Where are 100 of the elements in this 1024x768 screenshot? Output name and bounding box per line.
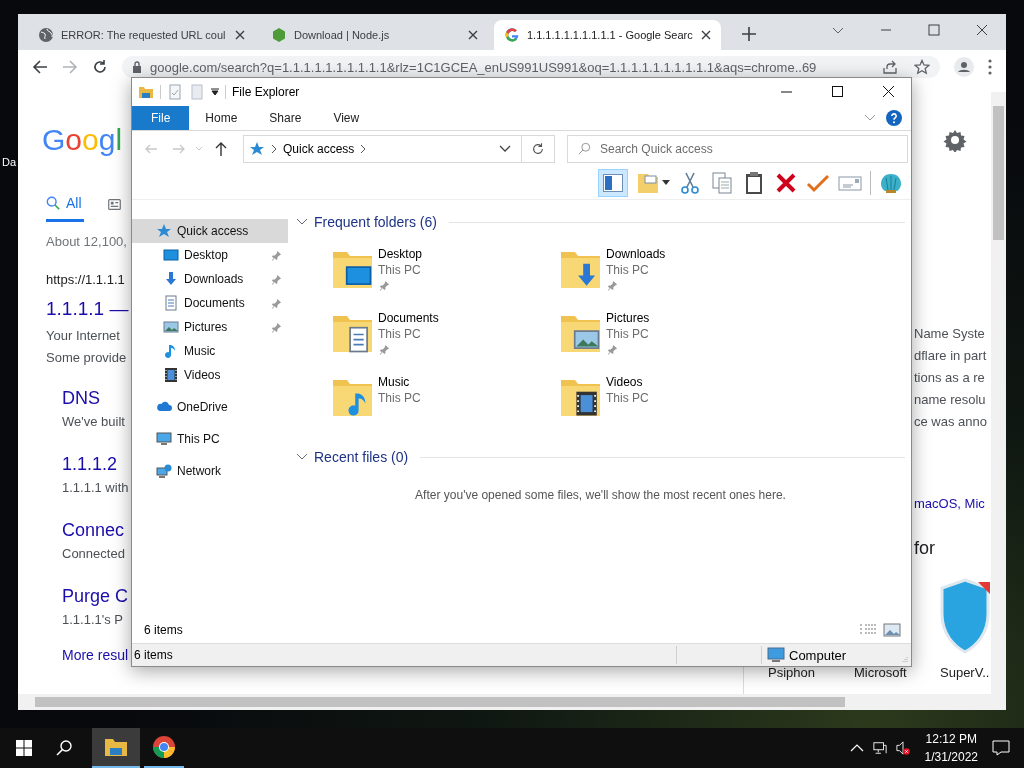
folder-name[interactable]: Pictures xyxy=(606,310,650,326)
nav-item[interactable]: OneDrive xyxy=(132,395,288,419)
chevron-right-icon[interactable] xyxy=(271,144,277,154)
folder-name[interactable]: Documents xyxy=(378,310,439,326)
horizontal-scrollbar[interactable] xyxy=(18,694,1006,710)
sitelink[interactable]: Purge C xyxy=(62,583,129,609)
chevron-down-icon[interactable] xyxy=(864,114,876,122)
shell-icon[interactable] xyxy=(879,171,903,195)
clock-time[interactable]: 12:12 PM xyxy=(925,730,977,748)
close-button[interactable] xyxy=(976,24,988,36)
panel-text: tions as a re xyxy=(914,369,986,387)
scissors-icon[interactable] xyxy=(678,171,702,195)
app-name[interactable]: Microsoft xyxy=(854,666,940,680)
pin-icon[interactable] xyxy=(607,280,618,291)
ribbon-tab[interactable]: Share xyxy=(253,106,318,130)
close-icon[interactable] xyxy=(701,30,711,40)
search-field[interactable]: Search Quick access xyxy=(567,135,908,163)
pin-icon[interactable] xyxy=(271,273,282,285)
browser-tab[interactable]: Download | Node.js xyxy=(261,20,488,50)
volume-icon[interactable] xyxy=(895,741,910,755)
up-arrow-button[interactable] xyxy=(213,141,229,157)
share-icon[interactable] xyxy=(882,59,898,75)
ribbon-tab[interactable]: Home xyxy=(189,106,254,130)
star-icon[interactable] xyxy=(914,59,930,75)
nav-item[interactable]: Videos xyxy=(132,363,288,387)
ribbon-tab[interactable]: View xyxy=(317,106,376,130)
address-field[interactable]: Quick access xyxy=(243,135,555,163)
pin-icon[interactable] xyxy=(379,280,390,291)
sitelink[interactable]: DNS xyxy=(62,385,100,411)
url-text[interactable]: google.com/search?q=1.1.1.1.1.1.1.1.1.1&rlz=1C1GCEA_enUS991US991&oq=1.1.1.1.1.1.1.1.1.1&aqs=chrome..69 xyxy=(150,59,817,75)
desktop-icon-label[interactable]: Da xyxy=(2,156,17,168)
browser-tab[interactable]: 1.1.1.1.1.1.1.1.1.1 - Google Searc xyxy=(494,20,721,50)
folder-name[interactable]: Downloads xyxy=(606,246,666,262)
status-text: 6 items xyxy=(133,648,174,662)
browser-tab[interactable]: ERROR: The requested URL coul xyxy=(28,20,255,50)
search-icon xyxy=(46,196,60,210)
app-name[interactable]: Psiphon xyxy=(768,666,854,680)
close-icon[interactable] xyxy=(235,30,245,40)
close-icon[interactable] xyxy=(468,30,478,40)
caret-icon[interactable] xyxy=(662,180,670,186)
delete-icon[interactable] xyxy=(774,171,798,195)
star-icon xyxy=(156,223,172,239)
group-header[interactable]: Recent files (0) xyxy=(296,446,905,468)
address-bar[interactable]: google.com/search?q=1.1.1.1.1.1.1.1.1.1&rlz=1C1GCEA_enUS991US991&oq=1.1.1.1.1.1.1.1.1.1&aqs=chrome..69 xyxy=(122,56,940,78)
nav-item[interactable]: This PC xyxy=(132,427,288,451)
hexagon-icon xyxy=(271,27,287,43)
panel-link[interactable]: macOS, Mic xyxy=(914,493,985,515)
back-button[interactable] xyxy=(32,59,48,75)
nav-item[interactable]: Music xyxy=(132,339,288,363)
document-icon xyxy=(163,295,179,311)
breadcrumb[interactable]: Quick access xyxy=(283,142,355,156)
nav-item[interactable]: Documents xyxy=(132,291,288,315)
checked-page-icon[interactable] xyxy=(167,84,183,100)
nav-item[interactable]: Quick access xyxy=(132,219,288,243)
app-name[interactable]: SuperV.. xyxy=(940,666,1024,680)
refresh-icon[interactable] xyxy=(531,142,545,156)
chevron-right-icon[interactable] xyxy=(360,144,367,154)
network-icon[interactable] xyxy=(872,741,887,755)
preview-pane-button[interactable] xyxy=(598,169,628,197)
nav-item[interactable]: Network xyxy=(132,459,288,483)
result-stats: About 12,100, xyxy=(46,233,127,251)
search-icon[interactable] xyxy=(56,740,72,756)
notification-icon[interactable] xyxy=(992,740,1010,756)
pin-icon[interactable] xyxy=(271,321,282,333)
result-link[interactable]: 1.1.1.1 — xyxy=(46,296,129,322)
nav-item[interactable]: Pictures xyxy=(132,315,288,339)
settings-icon[interactable] xyxy=(943,128,967,152)
pin-icon[interactable] xyxy=(607,344,618,355)
start-button[interactable] xyxy=(16,740,32,756)
folder-name[interactable]: Music xyxy=(378,374,421,390)
group-header[interactable]: Frequent folders (6) xyxy=(296,211,905,233)
news-icon[interactable] xyxy=(107,199,121,210)
more-results-link[interactable]: More resul xyxy=(62,644,129,666)
pin-icon[interactable] xyxy=(271,249,282,261)
reload-button[interactable] xyxy=(92,59,108,75)
taskbar-app[interactable] xyxy=(92,728,140,768)
clock-date[interactable]: 1/31/2022 xyxy=(924,748,978,766)
large-icons-view-icon[interactable] xyxy=(883,623,901,637)
menu-icon[interactable] xyxy=(988,59,992,75)
resize-grip-icon[interactable] xyxy=(900,656,908,664)
nav-item[interactable]: Downloads xyxy=(132,267,288,291)
search-tab[interactable]: All xyxy=(46,193,84,222)
nav-item[interactable]: Desktop xyxy=(132,243,288,267)
plus-icon xyxy=(742,27,756,41)
folder-name[interactable]: Videos xyxy=(606,374,649,390)
ribbon-tab[interactable]: File xyxy=(132,106,190,130)
vertical-scrollbar[interactable] xyxy=(991,92,1006,694)
profile-icon[interactable] xyxy=(954,57,974,77)
pin-icon[interactable] xyxy=(271,297,282,309)
lock-icon xyxy=(132,61,142,73)
folder-name[interactable]: Desktop xyxy=(378,246,423,262)
sitelink[interactable]: Connec xyxy=(62,517,125,543)
caret-icon[interactable] xyxy=(211,88,219,96)
pin-icon[interactable] xyxy=(379,344,390,355)
help-icon[interactable] xyxy=(886,110,902,126)
google-logo[interactable]: Googl xyxy=(42,120,123,160)
shield-icon[interactable] xyxy=(940,578,990,654)
dropdown-icon[interactable] xyxy=(499,145,511,153)
panel-text: dflare in part xyxy=(914,347,987,365)
sitelink[interactable]: 1.1.1.2 xyxy=(62,451,118,477)
